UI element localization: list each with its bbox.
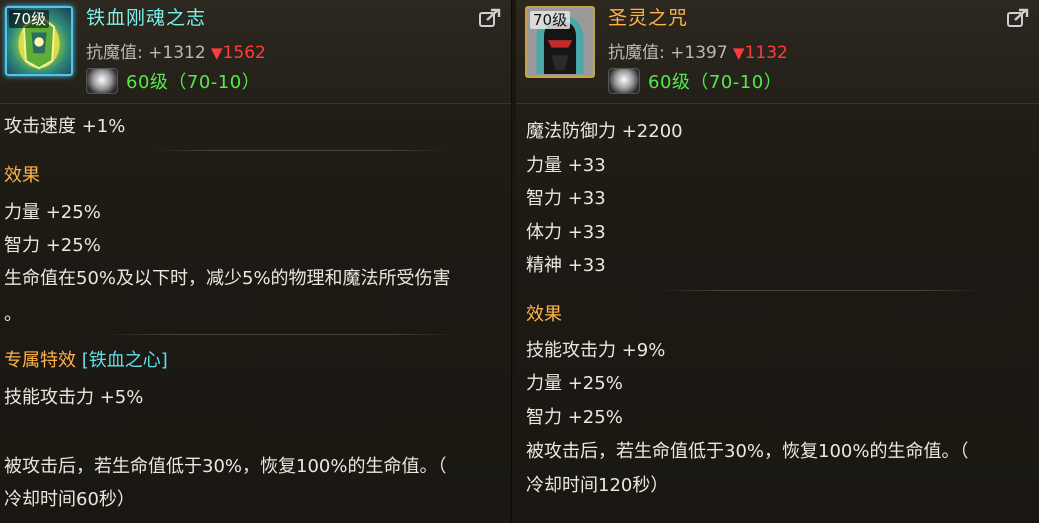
base-stat: 精神 +33 [526, 255, 606, 276]
magic-resist-value: 抗魔值: +1397 [608, 43, 728, 63]
item-level-tag: 70级 [530, 11, 571, 29]
magic-resist-row: 抗魔值: +1397 ▼1132 [608, 42, 788, 64]
effect-line: 力量 +25% [526, 373, 623, 394]
passive-line: 被攻击后，若生命值低于30%，恢复100%的生命值。（ [526, 441, 969, 462]
base-stat: 智力 +33 [526, 188, 606, 209]
divider [150, 150, 450, 151]
diamond-icon [86, 68, 118, 94]
effect-title: 效果 [526, 304, 562, 325]
effect-line: 力量 +25% [4, 202, 101, 223]
divider [656, 290, 986, 291]
magic-resist-decrease: 1132 [744, 43, 788, 63]
base-stat: 攻击速度 +1% [4, 116, 126, 137]
effect-line: 智力 +25% [4, 235, 101, 256]
exclusive-title: 专属特效 [4, 350, 76, 371]
tooltip-header: 70级 圣灵之咒 抗魔值: +1397 ▼1132 60级（70-10） [516, 0, 1039, 104]
item-grade: 60级（70-10） [126, 72, 261, 93]
item-name: 圣灵之咒 [608, 7, 689, 29]
item-grade: 60级（70-10） [648, 72, 783, 93]
tooltip-header: 70级 铁血刚魂之志 抗魔值: +1312 ▼1562 60级（70-10） [0, 0, 511, 104]
item-icon[interactable]: 70级 [5, 6, 73, 76]
passive-line: 冷却时间120秒） [526, 475, 669, 496]
effect-title: 效果 [4, 165, 40, 186]
item-icon[interactable]: 70级 [525, 6, 595, 78]
effect-line: 智力 +25% [526, 407, 623, 428]
base-stat: 魔法防御力 +2200 [526, 121, 683, 142]
exclusive-name: [铁血之心] [81, 350, 168, 371]
item-tooltip-left: 70级 铁血刚魂之志 抗魔值: +1312 ▼1562 60级（70-10） 攻… [0, 0, 512, 523]
item-name: 铁血刚魂之志 [86, 7, 207, 29]
magic-resist-decrease: 1562 [222, 43, 266, 63]
item-tooltip-right: 70级 圣灵之咒 抗魔值: +1397 ▼1132 60级（70-10） 魔法防… [516, 0, 1039, 523]
share-icon[interactable] [1007, 8, 1029, 28]
item-level-tag: 70级 [9, 10, 50, 28]
grade-row: 60级（70-10） [608, 68, 782, 94]
divider [100, 334, 460, 335]
tooltip-body: 攻击速度 +1% 效果 力量 +25% 智力 +25% 生命值在50%及以下时，… [0, 104, 511, 523]
exclusive-stat: 技能攻击力 +5% [4, 387, 144, 408]
decrease-arrow-icon: ▼ [211, 44, 223, 62]
base-stat: 体力 +33 [526, 222, 606, 243]
effect-line: 技能攻击力 +9% [526, 340, 666, 361]
passive-line: 冷却时间60秒） [4, 489, 135, 510]
exclusive-effect-row: 专属特效 [铁血之心] [4, 349, 168, 373]
diamond-icon [608, 68, 640, 94]
magic-resist-value: 抗魔值: +1312 [86, 43, 206, 63]
base-stat: 力量 +33 [526, 155, 606, 176]
passive-line: 被攻击后，若生命值低于30%，恢复100%的生命值。（ [4, 456, 447, 477]
effect-line: 。 [4, 304, 22, 325]
effect-line: 生命值在50%及以下时，减少5%的物理和魔法所受伤害 [4, 268, 451, 289]
share-icon[interactable] [479, 8, 501, 28]
magic-resist-row: 抗魔值: +1312 ▼1562 [86, 42, 266, 64]
decrease-arrow-icon: ▼ [733, 44, 745, 62]
grade-row: 60级（70-10） [86, 68, 260, 94]
tooltip-body: 魔法防御力 +2200 力量 +33 智力 +33 体力 +33 精神 +33 … [516, 104, 1039, 523]
